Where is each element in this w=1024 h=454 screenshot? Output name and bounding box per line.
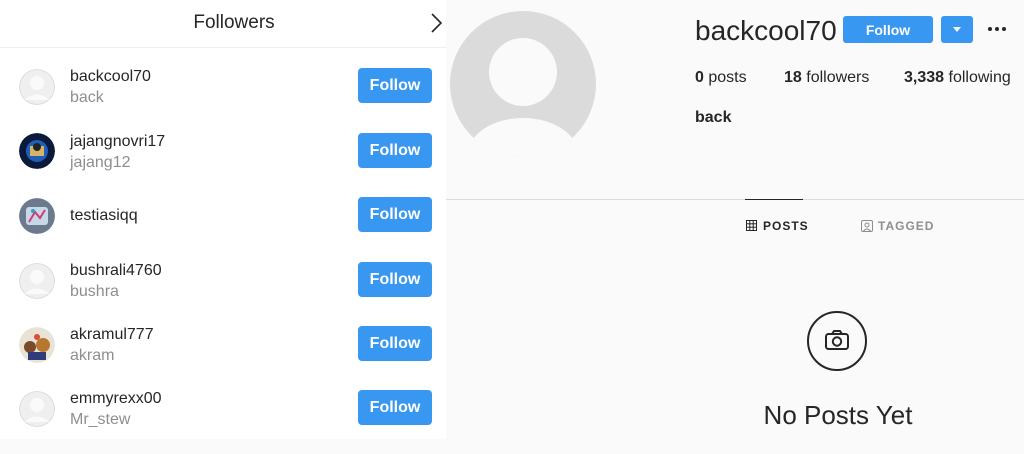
follower-row: emmyrexx00 Mr_stew Follow [0,390,446,454]
follower-row: backcool70 back Follow [0,68,446,132]
follower-row: akramul777 akram Follow [0,326,446,390]
caret-down-icon [953,27,961,32]
modal-title: Followers [193,12,275,33]
profile-bio: back [695,109,732,126]
followers-modal: Followers backcool70 back Follow jajangn… [0,0,446,439]
follow-button[interactable]: Follow [358,262,432,297]
avatar[interactable] [19,391,55,427]
avatar[interactable] [19,133,55,169]
follower-username[interactable]: backcool70 [70,68,151,86]
follower-row: jajangnovri17 jajang12 Follow [0,133,446,197]
profile-follow-button[interactable]: Follow [843,16,933,43]
follow-button[interactable]: Follow [358,68,432,103]
follower-fullname: jajang12 [70,154,131,171]
tab-tagged-label: TAGGED [878,219,935,233]
follower-username[interactable]: testiasiqq [70,207,138,225]
follower-row: testiasiqq Follow [0,197,446,261]
follower-username[interactable]: jajangnovri17 [70,133,165,151]
following-count[interactable]: 3,338 following [904,69,1011,87]
avatar[interactable] [19,263,55,299]
avatar[interactable] [19,198,55,234]
follow-button[interactable]: Follow [358,326,432,361]
camera-icon [807,311,867,371]
profile-avatar [450,11,596,157]
suggestions-dropdown-button[interactable] [941,16,973,43]
follower-username[interactable]: emmyrexx00 [70,390,162,408]
profile-username: backcool70 [695,15,837,46]
tagged-icon [861,220,873,232]
followers-count[interactable]: 18 followers [784,69,869,87]
chevron-right-icon[interactable] [429,12,443,34]
follower-fullname: akram [70,347,115,364]
follow-button[interactable]: Follow [358,133,432,168]
tab-posts-label: POSTS [763,219,809,233]
follow-button[interactable]: Follow [358,197,432,232]
follower-username[interactable]: akramul777 [70,326,154,344]
avatar[interactable] [19,69,55,105]
follower-username[interactable]: bushrali4760 [70,262,162,280]
tabs-divider [446,199,1024,200]
modal-header: Followers [0,0,446,48]
follower-fullname: bushra [70,283,119,300]
empty-state-title: No Posts Yet [763,400,913,430]
follower-fullname: back [70,89,104,106]
active-tab-indicator [745,199,803,200]
follower-fullname: Mr_stew [70,411,131,428]
avatar[interactable] [19,327,55,363]
more-options-icon[interactable] [988,19,1006,39]
posts-count: 0 posts [695,69,747,86]
follower-row: bushrali4760 bushra Follow [0,262,446,326]
grid-icon [746,220,757,231]
follow-button[interactable]: Follow [358,390,432,425]
